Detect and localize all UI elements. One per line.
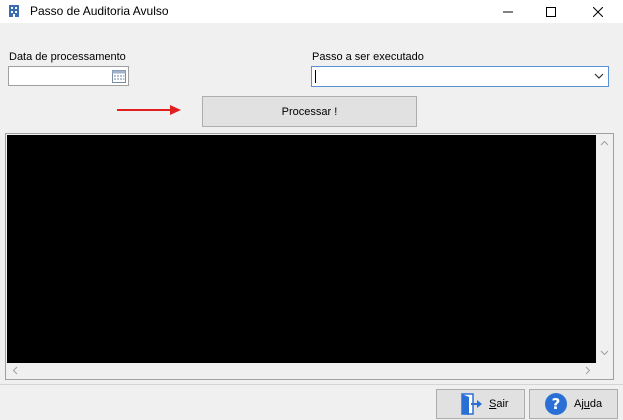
minimize-icon	[503, 11, 513, 12]
minimize-button[interactable]	[485, 0, 531, 23]
exit-button[interactable]: Sair	[436, 389, 525, 419]
step-label: Passo a ser executado	[312, 51, 424, 63]
close-icon	[593, 6, 603, 17]
chevron-down-icon[interactable]	[594, 72, 604, 80]
process-button[interactable]: Processar !	[202, 96, 417, 127]
help-icon: ?	[545, 393, 567, 415]
text-cursor	[315, 70, 316, 83]
scroll-right-icon[interactable]	[585, 366, 591, 375]
step-select[interactable]	[311, 66, 609, 87]
help-button-label: Ajuda	[574, 398, 603, 410]
title-bar: Passo de Auditoria Avulso	[0, 0, 623, 23]
arrow-right-icon	[117, 105, 181, 115]
scroll-left-icon[interactable]	[12, 366, 18, 375]
vertical-scrollbar[interactable]	[596, 135, 613, 363]
help-button[interactable]: ? Ajuda	[529, 389, 618, 419]
process-button-label: Processar !	[281, 105, 338, 118]
output-console[interactable]	[7, 135, 596, 363]
exit-door-icon	[461, 393, 482, 415]
scroll-down-icon[interactable]	[600, 350, 609, 356]
close-button[interactable]	[575, 0, 621, 23]
svg-text:?: ?	[552, 395, 561, 413]
footer-divider	[0, 384, 623, 385]
date-input[interactable]	[8, 66, 129, 86]
building-icon	[9, 5, 19, 17]
maximize-icon	[546, 6, 556, 17]
window-title: Passo de Auditoria Avulso	[30, 4, 169, 18]
calendar-icon[interactable]	[112, 69, 126, 83]
exit-button-label: Sair	[489, 398, 509, 410]
date-label: Data de processamento	[9, 51, 126, 63]
maximize-button[interactable]	[528, 0, 574, 23]
horizontal-scrollbar[interactable]	[7, 363, 596, 378]
scroll-up-icon[interactable]	[600, 140, 609, 146]
